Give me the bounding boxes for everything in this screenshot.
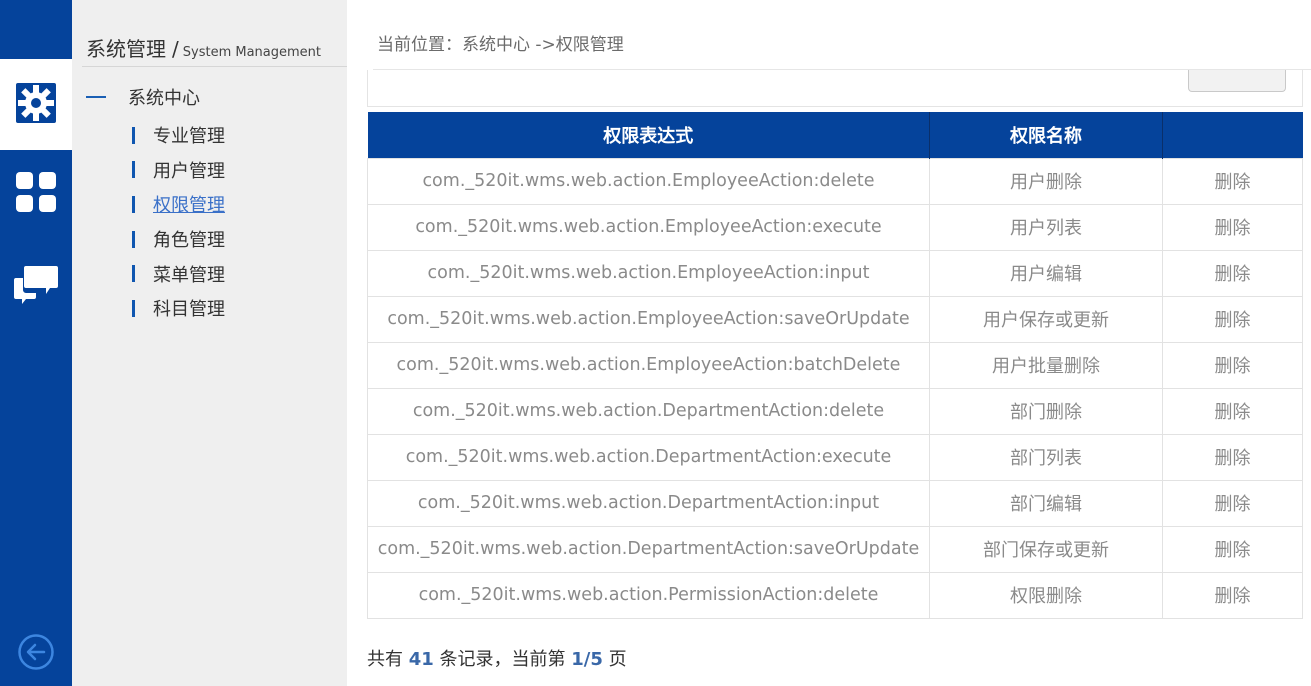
cell-name: 用户删除 [929, 157, 1163, 205]
permissions-table: 权限表达式 权限名称 com._520it.wms.web.action.Emp… [367, 112, 1303, 619]
table-row: com._520it.wms.web.action.DepartmentActi… [367, 387, 1303, 435]
cell-name: 部门编辑 [929, 479, 1163, 527]
sidebar-item-label: 菜单管理 [153, 264, 225, 286]
cell-name: 部门删除 [929, 387, 1163, 435]
item-bar-icon [132, 195, 135, 213]
sidebar-item-label: 权限管理 [153, 195, 225, 217]
column-header-name[interactable]: 权限名称 [929, 112, 1163, 158]
delete-link[interactable]: 删除 [1162, 387, 1303, 435]
cell-name: 用户保存或更新 [929, 295, 1163, 343]
rail-item-system[interactable] [0, 59, 72, 150]
back-arrow-icon [17, 633, 55, 675]
delete-link[interactable]: 删除 [1162, 249, 1303, 297]
cell-name: 用户编辑 [929, 249, 1163, 297]
cell-name: 部门列表 [929, 433, 1163, 481]
sidebar-item-menus[interactable]: 菜单管理 [132, 256, 225, 291]
rail-item-apps[interactable] [0, 150, 72, 238]
table-row: com._520it.wms.web.action.EmployeeAction… [367, 341, 1303, 389]
pagination-info: 共有 41 条记录，当前第 1/5 页 [367, 645, 627, 671]
sidebar: 系统管理 / System Management 系统中心 专业管理 用户管理 权限… [72, 0, 347, 686]
pager-prefix: 共有 [367, 649, 403, 670]
apps-grid-icon [15, 171, 57, 217]
chat-bubbles-icon [14, 264, 58, 308]
app-root: 系统管理 / System Management 系统中心 专业管理 用户管理 权限… [0, 0, 1311, 686]
table-row: com._520it.wms.web.action.EmployeeAction… [367, 157, 1303, 205]
cell-name: 用户批量删除 [929, 341, 1163, 389]
cell-expression: com._520it.wms.web.action.DepartmentActi… [367, 525, 930, 573]
table-header-row: 权限表达式 权限名称 [367, 112, 1303, 158]
column-header-expression[interactable]: 权限表达式 [367, 112, 930, 158]
sidebar-title: 系统管理 / System Management [86, 33, 321, 62]
table-row: com._520it.wms.web.action.DepartmentActi… [367, 433, 1303, 481]
cell-name: 用户列表 [929, 203, 1163, 251]
toolbar [367, 70, 1303, 107]
sidebar-item-label: 角色管理 [153, 230, 225, 252]
pager-suffix: 页 [608, 649, 627, 670]
sidebar-title-cn: 系统管理 [86, 37, 166, 61]
toolbar-button[interactable] [1188, 70, 1286, 92]
sidebar-group-system-center[interactable]: 系统中心 [86, 84, 200, 110]
cell-expression: com._520it.wms.web.action.DepartmentActi… [367, 433, 930, 481]
main-content: 当前位置：系统中心 ->权限管理 权限表达式 权限名称 com._520it.w… [347, 0, 1311, 686]
sidebar-item-label: 科目管理 [153, 299, 225, 321]
cell-expression: com._520it.wms.web.action.EmployeeAction… [367, 157, 930, 205]
cell-expression: com._520it.wms.web.action.EmployeeAction… [367, 341, 930, 389]
sidebar-title-separator: / [172, 37, 179, 61]
rail-item-messages[interactable] [0, 238, 72, 334]
gear-icon [14, 81, 58, 129]
icon-rail [0, 0, 72, 686]
table-row: com._520it.wms.web.action.EmployeeAction… [367, 295, 1303, 343]
collapse-dash-icon [86, 96, 106, 98]
sidebar-item-major[interactable]: 专业管理 [132, 118, 225, 153]
table-row: com._520it.wms.web.action.DepartmentActi… [367, 479, 1303, 527]
sidebar-title-en: System Management [182, 45, 321, 60]
sidebar-item-users[interactable]: 用户管理 [132, 153, 225, 188]
delete-link[interactable]: 删除 [1162, 341, 1303, 389]
table-row: com._520it.wms.web.action.EmployeeAction… [367, 249, 1303, 297]
sidebar-group-label: 系统中心 [128, 88, 200, 109]
delete-link[interactable]: 删除 [1162, 525, 1303, 573]
sidebar-divider [82, 66, 347, 67]
cell-expression: com._520it.wms.web.action.PermissionActi… [367, 571, 930, 619]
item-bar-icon [132, 299, 135, 317]
pager-total-count: 41 [408, 649, 434, 670]
sidebar-menu: 专业管理 用户管理 权限管理 角色管理 菜单管理 科目管理 [132, 118, 225, 326]
cell-expression: com._520it.wms.web.action.EmployeeAction… [367, 203, 930, 251]
sidebar-item-roles[interactable]: 角色管理 [132, 222, 225, 257]
item-bar-icon [132, 126, 135, 144]
rail-back-button[interactable] [0, 628, 72, 680]
sidebar-item-subjects[interactable]: 科目管理 [132, 291, 225, 326]
pager-current-page: 1/5 [571, 649, 603, 670]
sidebar-item-label: 专业管理 [153, 126, 225, 148]
cell-expression: com._520it.wms.web.action.DepartmentActi… [367, 387, 930, 435]
sidebar-item-permissions[interactable]: 权限管理 [132, 187, 225, 222]
delete-link[interactable]: 删除 [1162, 203, 1303, 251]
delete-link[interactable]: 删除 [1162, 157, 1303, 205]
delete-link[interactable]: 删除 [1162, 479, 1303, 527]
cell-name: 部门保存或更新 [929, 525, 1163, 573]
item-bar-icon [132, 265, 135, 283]
column-header-actions [1162, 112, 1303, 158]
cell-expression: com._520it.wms.web.action.EmployeeAction… [367, 295, 930, 343]
cell-expression: com._520it.wms.web.action.DepartmentActi… [367, 479, 930, 527]
item-bar-icon [132, 230, 135, 248]
delete-link[interactable]: 删除 [1162, 295, 1303, 343]
delete-link[interactable]: 删除 [1162, 571, 1303, 619]
cell-expression: com._520it.wms.web.action.EmployeeAction… [367, 249, 930, 297]
delete-link[interactable]: 删除 [1162, 433, 1303, 481]
breadcrumb: 当前位置：系统中心 ->权限管理 [377, 35, 624, 55]
item-bar-icon [132, 161, 135, 179]
table-row: com._520it.wms.web.action.EmployeeAction… [367, 203, 1303, 251]
cell-name: 权限删除 [929, 571, 1163, 619]
pager-middle: 条记录，当前第 [439, 649, 566, 670]
table-row: com._520it.wms.web.action.PermissionActi… [367, 571, 1303, 619]
sidebar-item-label: 用户管理 [153, 160, 225, 182]
table-row: com._520it.wms.web.action.DepartmentActi… [367, 525, 1303, 573]
